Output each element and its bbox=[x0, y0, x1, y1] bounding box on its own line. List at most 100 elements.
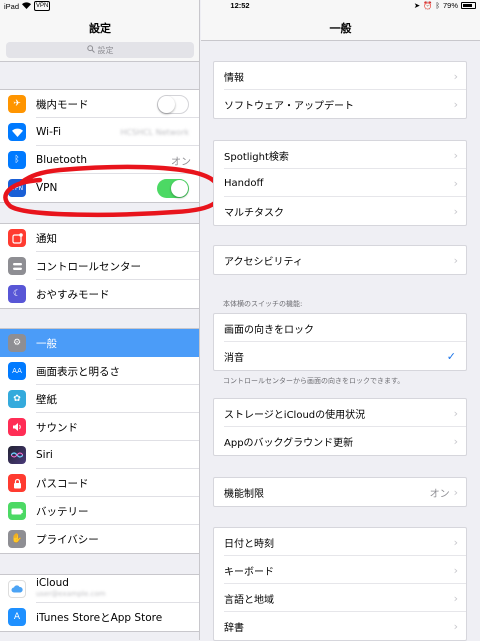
row-label: Handoff bbox=[224, 177, 264, 189]
row-label: 通知 bbox=[36, 232, 57, 245]
master-pane: 設定 設定 ✈ 機内モード Wi-Fi HCSHCL Network ᛒ Blu… bbox=[0, 0, 200, 640]
chevron-right-icon: › bbox=[453, 434, 458, 448]
row-label: パスコード bbox=[36, 477, 89, 490]
bluetooth-icon: ᛒ bbox=[8, 151, 26, 169]
chevron-right-icon: › bbox=[453, 591, 458, 605]
row-do-not-disturb[interactable]: ☾ おやすみモード bbox=[0, 280, 199, 308]
battery-icon bbox=[461, 2, 476, 9]
wifi-network-name: HCSHCL Network bbox=[120, 127, 189, 137]
lock-icon bbox=[8, 474, 26, 492]
row-storage-icloud[interactable]: ストレージとiCloudの使用状況 › bbox=[214, 399, 466, 427]
row-passcode[interactable]: パスコード bbox=[0, 469, 199, 497]
row-privacy[interactable]: ✋ プライバシー bbox=[0, 525, 199, 553]
chevron-right-icon: › bbox=[453, 97, 458, 111]
detail-group-accessibility: アクセシビリティ › bbox=[213, 245, 467, 275]
detail-group-restrictions: 機能制限 オン › bbox=[213, 477, 467, 507]
row-label: 壁紙 bbox=[36, 393, 57, 406]
row-display-brightness[interactable]: AA 画面表示と明るさ bbox=[0, 357, 199, 385]
row-mute[interactable]: 消音 ✓ bbox=[214, 342, 466, 370]
display-icon: AA bbox=[8, 362, 26, 380]
settings-group-device: ⚙ 一般 AA 画面表示と明るさ ✿ 壁紙 サウンド Siri パスコード バッ… bbox=[0, 328, 199, 554]
row-itunes-app-store[interactable]: A iTunes StoreとApp Store bbox=[0, 603, 199, 631]
row-spotlight[interactable]: Spotlight検索 › bbox=[214, 141, 466, 169]
row-bluetooth[interactable]: ᛒ Bluetooth オン bbox=[0, 146, 199, 174]
notification-icon bbox=[8, 229, 26, 247]
side-switch-header: 本体横のスイッチの機能: bbox=[223, 300, 303, 308]
row-label: バッテリー bbox=[36, 505, 89, 518]
row-vpn[interactable]: VPN VPN bbox=[0, 174, 199, 202]
detail-title: 一般 bbox=[329, 22, 352, 35]
airplane-mode-toggle[interactable] bbox=[157, 94, 189, 114]
row-label: 画面の向きをロック bbox=[224, 324, 314, 336]
row-about[interactable]: 情報 › bbox=[214, 62, 466, 90]
gear-icon: ⚙ bbox=[8, 334, 26, 352]
row-sounds[interactable]: サウンド bbox=[0, 413, 199, 441]
wallpaper-icon: ✿ bbox=[8, 390, 26, 408]
row-label: 画面表示と明るさ bbox=[36, 365, 120, 378]
row-handoff[interactable]: Handoff › bbox=[214, 169, 466, 197]
row-label: 辞書 bbox=[224, 622, 244, 634]
row-icloud[interactable]: iCloud user@example.com bbox=[0, 575, 199, 603]
row-label: Siri bbox=[36, 449, 53, 461]
restrictions-value: オン bbox=[429, 488, 450, 500]
row-language-region[interactable]: 言語と地域 › bbox=[214, 584, 466, 612]
row-label: アクセシビリティ bbox=[224, 256, 303, 268]
location-icon: ➤ bbox=[413, 1, 421, 10]
control-center-icon bbox=[8, 257, 26, 275]
row-multitasking[interactable]: マルチタスク › bbox=[214, 197, 466, 225]
row-label: VPN bbox=[36, 182, 58, 194]
row-label: 機能制限 bbox=[224, 488, 264, 500]
row-wifi[interactable]: Wi-Fi HCSHCL Network bbox=[0, 118, 199, 146]
row-general[interactable]: ⚙ 一般 bbox=[0, 329, 199, 357]
vpn-toggle[interactable] bbox=[157, 178, 189, 198]
battery-percent: 79% bbox=[442, 1, 458, 10]
sound-icon bbox=[8, 418, 26, 436]
settings-group-connectivity: ✈ 機内モード Wi-Fi HCSHCL Network ᛒ Bluetooth… bbox=[0, 89, 199, 203]
chevron-right-icon: › bbox=[453, 253, 458, 267]
row-label: プライバシー bbox=[36, 533, 99, 546]
row-battery[interactable]: バッテリー bbox=[0, 497, 199, 525]
alarm-icon: ⏰ bbox=[423, 1, 433, 10]
row-keyboard[interactable]: キーボード › bbox=[214, 556, 466, 584]
row-date-time[interactable]: 日付と時刻 › bbox=[214, 528, 466, 556]
hand-icon: ✋ bbox=[8, 530, 26, 548]
row-label: ソフトウェア・アップデート bbox=[224, 100, 354, 112]
vpn-icon: VPN bbox=[8, 179, 26, 197]
row-label: Bluetooth bbox=[36, 154, 87, 166]
row-siri[interactable]: Siri bbox=[0, 441, 199, 469]
row-label: 機内モード bbox=[36, 98, 89, 111]
row-notifications[interactable]: 通知 bbox=[0, 224, 199, 252]
row-label: Appのバックグラウンド更新 bbox=[224, 437, 354, 449]
chevron-right-icon: › bbox=[453, 406, 458, 420]
detail-group-side-switch: 画面の向きをロック 消音 ✓ bbox=[213, 313, 467, 371]
row-label: コントロールセンター bbox=[36, 260, 141, 273]
row-background-refresh[interactable]: Appのバックグラウンド更新 › bbox=[214, 427, 466, 455]
settings-group-notifications: 通知 コントロールセンター ☾ おやすみモード bbox=[0, 223, 199, 309]
row-dictionary[interactable]: 辞書 › bbox=[214, 612, 466, 640]
detail-group-about: 情報 › ソフトウェア・アップデート › bbox=[213, 61, 467, 119]
row-lock-rotation[interactable]: 画面の向きをロック bbox=[214, 314, 466, 342]
bluetooth-value: オン bbox=[171, 156, 191, 168]
row-label: Wi-Fi bbox=[36, 126, 62, 138]
chevron-right-icon: › bbox=[453, 69, 458, 83]
icloud-icon bbox=[8, 580, 26, 598]
row-restrictions[interactable]: 機能制限 オン › bbox=[214, 478, 466, 506]
search-field[interactable]: 設定 bbox=[6, 42, 194, 58]
row-software-update[interactable]: ソフトウェア・アップデート › bbox=[214, 90, 466, 118]
chevron-right-icon: › bbox=[453, 204, 458, 218]
moon-icon: ☾ bbox=[8, 285, 26, 303]
row-airplane-mode[interactable]: ✈ 機内モード bbox=[0, 90, 199, 118]
row-control-center[interactable]: コントロールセンター bbox=[0, 252, 199, 280]
status-time: 12:52 bbox=[230, 1, 250, 10]
row-label: Spotlight検索 bbox=[224, 151, 289, 163]
row-wallpaper[interactable]: ✿ 壁紙 bbox=[0, 385, 199, 413]
siri-icon bbox=[8, 446, 26, 464]
checkmark-icon: ✓ bbox=[446, 349, 456, 363]
row-label: キーボード bbox=[224, 566, 274, 578]
row-label: サウンド bbox=[36, 421, 78, 434]
chevron-right-icon: › bbox=[453, 619, 458, 633]
side-switch-footer: コントロールセンターから画面の向きをロックできます。 bbox=[223, 377, 405, 385]
detail-group-storage: ストレージとiCloudの使用状況 › Appのバックグラウンド更新 › bbox=[213, 398, 467, 456]
chevron-right-icon: › bbox=[453, 563, 458, 577]
row-accessibility[interactable]: アクセシビリティ › bbox=[214, 246, 466, 274]
